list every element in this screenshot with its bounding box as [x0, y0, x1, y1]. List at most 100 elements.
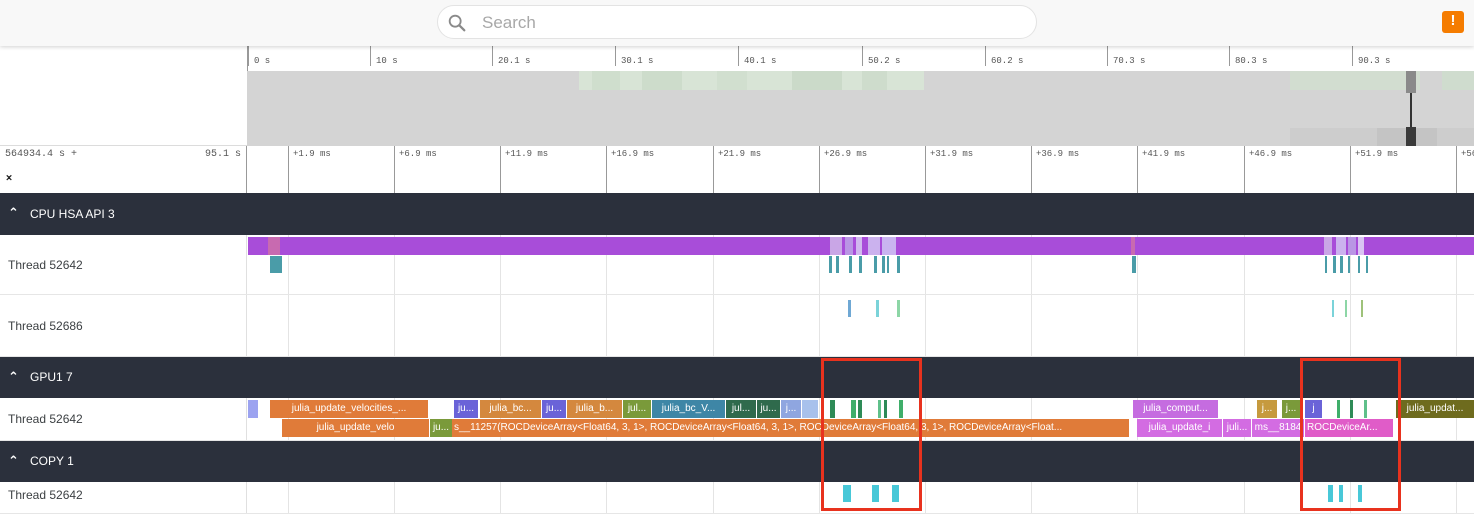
- track-cpu-thread-52642[interactable]: Thread 52642: [0, 235, 1474, 295]
- gpu-kernel-slice[interactable]: ju...: [757, 400, 780, 418]
- cpu-api-subslice[interactable]: [1340, 256, 1343, 273]
- group-header-copy[interactable]: ⌃ COPY 1: [0, 441, 1474, 482]
- cpu-api-subslice[interactable]: [829, 256, 832, 273]
- overview-tick: [248, 46, 249, 66]
- time-tick-label: +6.9 ms: [399, 149, 437, 159]
- gpu-kernel-slice[interactable]: ju...: [454, 400, 478, 418]
- track-label: Thread 52642: [0, 482, 247, 513]
- cpu-api-slice[interactable]: [1345, 300, 1347, 317]
- overview-tick: [1352, 46, 1353, 66]
- cpu-api-subslice[interactable]: [1358, 256, 1360, 273]
- overview-tick: [985, 46, 986, 66]
- group-title: COPY 1: [30, 454, 74, 468]
- time-tick: [925, 146, 926, 193]
- time-tick-label: +46.9 ms: [1249, 149, 1293, 159]
- gpu-kernel-slice[interactable]: julia_comput...: [1133, 400, 1218, 418]
- gpu-kernel-slice[interactable]: ju...: [542, 400, 566, 418]
- cpu-api-subslice[interactable]: [270, 256, 282, 273]
- overview-tick: [1229, 46, 1230, 66]
- gpu-kernel-slice[interactable]: julia_updat...: [1396, 400, 1474, 418]
- overview-tick: [1107, 46, 1108, 66]
- cpu-api-subslice[interactable]: [859, 256, 862, 273]
- cpu-api-slice[interactable]: [876, 300, 879, 317]
- cpu-api-subslice[interactable]: [887, 256, 889, 273]
- cpu-api-slice[interactable]: [830, 237, 842, 255]
- gpu-kernel-slice[interactable]: j...: [1282, 400, 1300, 418]
- track-gpu-thread-52642[interactable]: Thread 52642 julia_update_velocities_...…: [0, 398, 1474, 441]
- cpu-api-slice[interactable]: [1332, 300, 1334, 317]
- overview-timeline[interactable]: 0 s 10 s 20.1 s 30.1 s 40.1 s 50.2 s 60.…: [0, 46, 1474, 146]
- gpu-kernel-slice[interactable]: ju...: [430, 419, 452, 437]
- gpu-kernel-slice[interactable]: julia_update_velocities_...: [270, 400, 428, 418]
- gpu-kernel-slice[interactable]: julia_b...: [567, 400, 622, 418]
- overview-graph[interactable]: [247, 71, 1474, 146]
- gpu-kernel-slice[interactable]: jul...: [623, 400, 651, 418]
- gpu-kernel-slice[interactable]: juli...: [1223, 419, 1251, 437]
- cpu-api-slice[interactable]: [856, 237, 862, 255]
- cpu-api-subslice[interactable]: [849, 256, 852, 273]
- gpu-kernel-slice[interactable]: s__11257(ROCDeviceArray<Float64, 3, 1>, …: [452, 419, 1129, 437]
- cpu-api-subslice[interactable]: [1333, 256, 1336, 273]
- cpu-api-subslice[interactable]: [1132, 256, 1136, 273]
- collapse-all-icon[interactable]: ⌄ ⌃: [4, 168, 18, 188]
- cpu-api-subslice[interactable]: [882, 256, 885, 273]
- alert-icon[interactable]: !: [1442, 11, 1464, 33]
- cpu-api-subslice[interactable]: [874, 256, 877, 273]
- cpu-api-slice[interactable]: [882, 237, 896, 255]
- cpu-api-subslice[interactable]: [897, 256, 900, 273]
- cpu-api-slice[interactable]: [1358, 237, 1364, 255]
- gpu-kernel-slice[interactable]: ms__8184: [1252, 419, 1304, 437]
- gpu-kernel-slice[interactable]: julia_bc...: [480, 400, 541, 418]
- search-icon: [448, 14, 466, 32]
- time-axis: 564934.4 s + 95.1 s ⌄ ⌃ +1.9 ms +6.9 ms +…: [0, 146, 1474, 193]
- time-tick-label: +36.9 ms: [1036, 149, 1080, 159]
- gpu-kernel-slice[interactable]: [248, 400, 258, 418]
- cpu-api-slice[interactable]: [1348, 237, 1356, 255]
- gpu-kernel-slice[interactable]: julia_update_i: [1137, 419, 1222, 437]
- overview-cursor[interactable]: [1406, 71, 1416, 146]
- cpu-api-slice[interactable]: [1131, 237, 1135, 255]
- top-bar: !: [0, 0, 1474, 46]
- gpu-kernel-slice[interactable]: julia_update_velo: [282, 419, 429, 437]
- overview-tick: [492, 46, 493, 66]
- cpu-api-slice[interactable]: [845, 237, 853, 255]
- cpu-api-slice[interactable]: [1361, 300, 1363, 317]
- overview-tick-label: 0 s: [254, 56, 271, 66]
- gpu-kernel-slice[interactable]: j...: [781, 400, 801, 418]
- time-tick: [606, 146, 607, 193]
- time-tick-label: +31.9 ms: [930, 149, 974, 159]
- gpu-kernel-slice[interactable]: [802, 400, 818, 418]
- cpu-api-slice[interactable]: [897, 300, 900, 317]
- time-tick: [819, 146, 820, 193]
- group-header-cpu[interactable]: ⌃ CPU HSA API 3: [0, 193, 1474, 235]
- cpu-api-subslice[interactable]: [1348, 256, 1350, 273]
- cpu-api-subslice[interactable]: [836, 256, 839, 273]
- time-tick-label: +56: [1461, 149, 1474, 159]
- cpu-api-slice[interactable]: [848, 300, 851, 317]
- group-header-gpu[interactable]: ⌃ GPU1 7: [0, 357, 1474, 398]
- overview-tick-label: 60.2 s: [991, 56, 1024, 66]
- cpu-api-slice[interactable]: [268, 237, 280, 255]
- cpu-api-slice[interactable]: [868, 237, 880, 255]
- cpu-api-slice[interactable]: [1324, 237, 1332, 255]
- overview-tick-label: 10 s: [376, 56, 398, 66]
- time-tick-label: +51.9 ms: [1355, 149, 1399, 159]
- time-tick: [1456, 146, 1457, 193]
- cpu-api-subslice[interactable]: [1325, 256, 1327, 273]
- track-copy-thread-52642[interactable]: Thread 52642: [0, 482, 1474, 514]
- track-cpu-thread-52686[interactable]: Thread 52686: [0, 295, 1474, 357]
- overview-tick: [615, 46, 616, 66]
- cpu-api-subslice[interactable]: [1366, 256, 1368, 273]
- time-tick: [1137, 146, 1138, 193]
- chevron-up-icon[interactable]: ⌃: [8, 205, 19, 221]
- highlight-box: [821, 358, 922, 511]
- gpu-kernel-slice[interactable]: j...: [1257, 400, 1277, 418]
- group-title: CPU HSA API 3: [30, 207, 115, 221]
- chevron-up-icon[interactable]: ⌃: [8, 453, 19, 469]
- gpu-kernel-slice[interactable]: julia_bc_V...: [652, 400, 725, 418]
- chevron-up-icon[interactable]: ⌃: [8, 369, 19, 385]
- search-box[interactable]: [437, 5, 1037, 39]
- gpu-kernel-slice[interactable]: jul...: [726, 400, 756, 418]
- search-input[interactable]: [482, 12, 1022, 34]
- cpu-api-slice[interactable]: [1336, 237, 1346, 255]
